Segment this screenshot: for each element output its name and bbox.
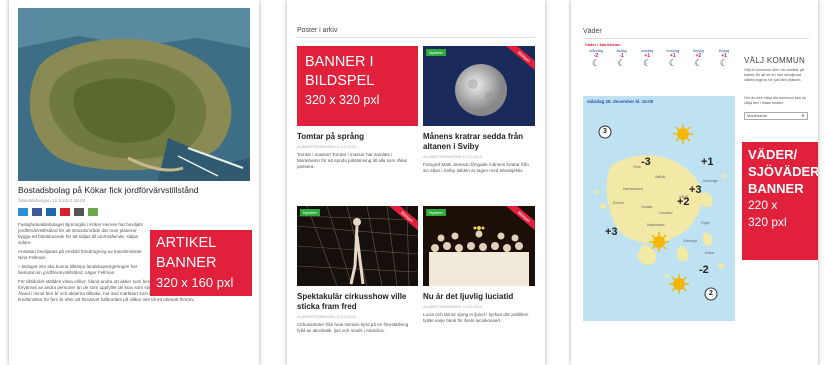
category-tag: Nyheter [426, 209, 447, 216]
article-meta: ALANDSTIDNINGEN 10.12.2013 [297, 314, 357, 319]
banner-line: VÄDER/ [748, 147, 798, 162]
chevron-down-icon: ▼ [801, 113, 805, 118]
article-meta: ALANDSTIDNINGEN 13.12.2013 [423, 304, 483, 309]
select-value: Mariehamn [747, 113, 768, 118]
map-temp: +3 [689, 184, 702, 196]
weather-map[interactable]: måndag 28. december kl. 15:00 Geta Saltvi… [583, 96, 735, 321]
moon-icon: ☾ [719, 58, 728, 68]
forecast-day[interactable]: lördag +1 ☾ [713, 49, 735, 68]
article-meta: ALANDSTIDNINGEN 11.12.2013 [423, 154, 482, 159]
banner-line: ARTIKEL [156, 235, 217, 251]
article-title[interactable]: Månens kratrar sedda från altanen i Svib… [423, 132, 535, 152]
svg-text:Hammarland: Hammarland [623, 187, 643, 191]
map-temp: +3 [605, 226, 618, 238]
moon-icon: ☾ [591, 58, 601, 68]
moon-icon: ☾ [668, 58, 677, 68]
body-paragraph: – Bolaget inte ska kunna tillämpa landsk… [18, 264, 138, 275]
choose-text: Om du inte hittar din kommun kan du välj… [744, 96, 807, 105]
section-title: Väder [583, 28, 602, 35]
article-panel: Bostadsbolag på Kökar fick jordförvärvst… [9, 0, 259, 365]
print-icon[interactable] [74, 208, 84, 216]
forecast-day[interactable]: torsdag +1 ☾ [662, 49, 684, 68]
moon-icon: ☾ [643, 58, 652, 68]
map-temp: +2 [677, 196, 690, 208]
article-photo [18, 8, 250, 181]
article-byline: Ålandstidningen 12.3.2013 15:02 [18, 198, 86, 203]
forecast-label: Väder i Mariehamn [585, 42, 621, 47]
gallery-banner[interactable]: BANNER I BILDSPEL 320 x 320 pxl [297, 46, 418, 126]
body-paragraph: Ansökan beviljades på enskild föredragni… [18, 249, 142, 260]
banner-size: 220 x [748, 198, 778, 212]
article-banner[interactable]: ARTIKEL BANNER 320 x 160 pxl [150, 230, 252, 296]
choose-heading: VÄLJ KOMMUN [744, 56, 806, 65]
section-title: Poster i arkiv [297, 27, 338, 34]
svg-text:Saltvik: Saltvik [655, 175, 666, 179]
moon-photo[interactable]: Nyheter Bildspel [423, 46, 535, 126]
linkedin-icon[interactable] [46, 208, 56, 216]
choir-icon [429, 226, 529, 286]
category-tag: Nyheter [300, 209, 321, 216]
banner-size: 320 pxl [748, 215, 787, 229]
category-tag: Nyheter [426, 49, 447, 56]
youtube-icon[interactable] [60, 208, 70, 216]
section-divider [583, 38, 809, 39]
svg-text:Jomala: Jomala [641, 205, 652, 209]
svg-text:Eckerö: Eckerö [613, 201, 624, 205]
banner-size: 320 x 160 pxl [156, 275, 234, 290]
wind-label: 3 [603, 128, 607, 135]
municipality-select[interactable]: Mariehamn ▼ [744, 112, 808, 120]
banner-line: BANNER [748, 181, 804, 196]
svg-text:Sottunga: Sottunga [683, 239, 697, 243]
article-title[interactable]: Spektakulär cirkusshow ville sticka fram… [297, 292, 419, 312]
weather-panel: Väder Väder i Mariehamn måndag -2 ☾ tisd… [571, 0, 818, 365]
article-title[interactable]: Nu är det ljuvlig luciatid [423, 292, 535, 301]
section-divider [297, 37, 535, 38]
gallery-panel: Poster i arkiv BANNER I BILDSPEL 320 x 3… [287, 0, 545, 365]
facebook-icon[interactable] [32, 208, 42, 216]
article-title[interactable]: Tomtar på språng [297, 132, 419, 141]
weather-banner[interactable]: VÄDER/ SJÖVÄDER BANNER 220 x 320 pxl [742, 142, 818, 260]
circus-photo[interactable]: Nyheter Bildspel [297, 206, 418, 286]
forecast-strip: måndag -2 ☾ tisdag -1 ☾ onsdag +1 ☾ tors… [585, 49, 735, 68]
forecast-day[interactable]: måndag -2 ☾ [585, 49, 607, 68]
banner-line: BILDSPEL [305, 73, 375, 89]
article-excerpt: Lucia och tärnor sjöng in ljuset i kyrka… [423, 312, 529, 323]
banner-line: BANNER [156, 255, 217, 271]
article-excerpt: Cirkusartister från hela Norden bjöd på … [297, 322, 409, 333]
forecast-day[interactable]: fredag +2 ☾ [687, 49, 709, 68]
svg-text:Lemland: Lemland [659, 211, 672, 215]
lucia-photo[interactable]: Nyheter Bildspel [423, 206, 535, 286]
moon-icon: ☾ [694, 58, 703, 68]
email-icon[interactable] [88, 208, 98, 216]
map-temp: -3 [641, 156, 651, 168]
banner-line: SJÖVÄDER [748, 164, 818, 179]
forecast-day[interactable]: tisdag -1 ☾ [611, 49, 633, 68]
wind-label: 2 [709, 290, 713, 297]
twitter-icon[interactable] [18, 208, 28, 216]
moon-icon: ☾ [617, 58, 626, 68]
svg-text:Geta: Geta [633, 165, 641, 169]
svg-text:Kökar: Kökar [705, 251, 715, 255]
choose-text: Välj en kommun eller ett område på karta… [744, 68, 804, 82]
article-headline[interactable]: Bostadsbolag på Kökar fick jordförvärvst… [18, 185, 254, 195]
forecast-day[interactable]: onsdag +1 ☾ [636, 49, 658, 68]
article-excerpt: Fotograf Mats Jansson fångade månens kra… [423, 162, 529, 173]
moon-icon [455, 64, 507, 116]
banner-line: BANNER I [305, 54, 374, 70]
svg-text:Kumlinge: Kumlinge [703, 179, 718, 183]
map-temp: +1 [701, 156, 714, 168]
svg-text:Föglö: Föglö [701, 221, 710, 225]
article-meta: ALANDSTIDNINGEN 12.12.2013 [297, 144, 357, 149]
svg-text:Mariehamn: Mariehamn [647, 223, 665, 227]
share-bar [18, 208, 98, 216]
map-temp: -2 [699, 264, 709, 276]
article-excerpt: Tomtar i massor! Tomtar i massor har sam… [297, 152, 408, 169]
circus-net-icon [297, 206, 418, 286]
banner-size: 320 x 320 pxl [305, 93, 380, 107]
body-paragraph: Fastighetsaktiebolaget Björnsgås i Kökar… [18, 222, 143, 245]
